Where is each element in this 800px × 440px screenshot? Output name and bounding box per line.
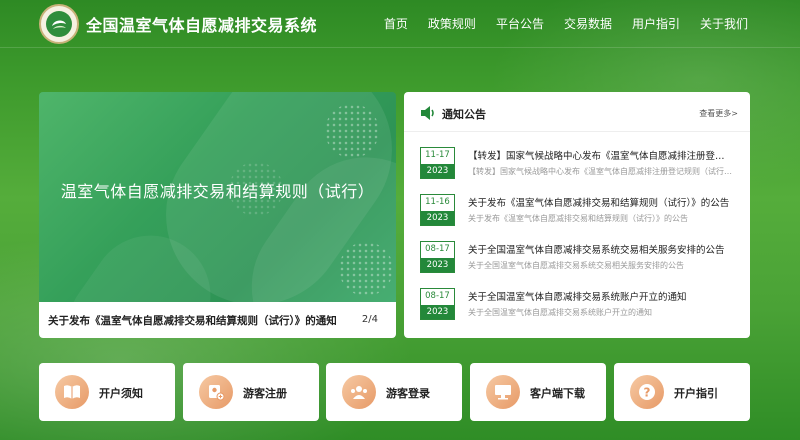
banner-headline: 温室气体自愿减排交易和结算规则（试行） xyxy=(60,182,375,201)
notice-item-summary: 关于全国温室气体自愿减排交易系统账户开立的通知 xyxy=(468,308,652,317)
nav-item-policy[interactable]: 政策规则 xyxy=(428,15,476,32)
date-year: 2023 xyxy=(421,258,454,272)
list-item[interactable]: 11-16 2023 关于发布《温室气体自愿减排交易和结算规则（试行）》的公告 … xyxy=(404,191,750,238)
list-item[interactable]: 08-17 2023 关于全国温室气体自愿减排交易系统账户开立的通知 关于全国温… xyxy=(404,285,750,332)
notice-item-title[interactable]: 【转发】国家气候战略中心发布《温室气体自愿减排注册登记规则（试行）》 xyxy=(468,148,734,162)
question-icon: ? xyxy=(630,375,664,409)
notice-panel: 通知公告 查看更多> 11-17 2023 【转发】国家气候战略中心发布《温室气… xyxy=(404,92,750,338)
banner-pager: 2/4 xyxy=(361,314,378,325)
date-month-day: 08-17 xyxy=(425,291,450,301)
nav-item-about[interactable]: 关于我们 xyxy=(700,15,748,32)
speaker-icon xyxy=(420,105,436,124)
notice-more-link[interactable]: 查看更多> xyxy=(699,108,738,119)
user-add-icon xyxy=(199,375,233,409)
list-item[interactable]: 08-17 2023 关于全国温室气体自愿减排交易系统交易相关服务安排的公告 关… xyxy=(404,238,750,285)
notice-item-summary: 关于全国温室气体自愿减排交易系统交易相关服务安排的公告 xyxy=(468,261,684,270)
list-item[interactable]: 11-17 2023 【转发】国家气候战略中心发布《温室气体自愿减排注册登记规则… xyxy=(404,144,750,191)
book-icon xyxy=(55,375,89,409)
nav-item-home[interactable]: 首页 xyxy=(384,15,408,32)
site-header: 全国温室气体自愿减排交易系统 首页 政策规则 平台公告 交易数据 用户指引 关于… xyxy=(0,0,800,48)
site-title: 全国温室气体自愿减排交易系统 xyxy=(86,16,318,35)
header-divider xyxy=(0,47,800,48)
quick-link-account-guide[interactable]: ? 开户指引 xyxy=(614,363,750,421)
date-year: 2023 xyxy=(421,305,454,319)
date-badge: 11-17 2023 xyxy=(420,147,455,179)
date-month-day: 08-17 xyxy=(425,244,450,254)
banner-image: 温室气体自愿减排交易和结算规则（试行） xyxy=(39,92,396,302)
nav-item-user-guide[interactable]: 用户指引 xyxy=(632,15,680,32)
quick-link-label: 游客登录 xyxy=(386,387,430,400)
notice-header: 通知公告 查看更多> xyxy=(404,92,750,132)
date-month-day: 11-16 xyxy=(425,197,450,207)
site-logo[interactable] xyxy=(39,4,79,44)
date-year: 2023 xyxy=(421,211,454,225)
notice-item-title[interactable]: 关于全国温室气体自愿减排交易系统交易相关服务安排的公告 xyxy=(468,242,734,256)
banner-carousel[interactable]: 温室气体自愿减排交易和结算规则（试行） 关于发布《温室气体自愿减排交易和结算规则… xyxy=(39,92,396,338)
nav-item-announcements[interactable]: 平台公告 xyxy=(496,15,544,32)
notice-item-summary: 【转发】国家气候战略中心发布《温室气体自愿减排注册登记规则（试行）》 xyxy=(468,167,734,176)
date-badge: 08-17 2023 xyxy=(420,241,455,273)
date-badge: 11-16 2023 xyxy=(420,194,455,226)
quick-link-account-notice[interactable]: 开户须知 xyxy=(39,363,175,421)
notice-item-title[interactable]: 关于全国温室气体自愿减排交易系统账户开立的通知 xyxy=(468,289,734,303)
monitor-icon xyxy=(486,375,520,409)
quick-link-guest-register[interactable]: 游客注册 xyxy=(183,363,319,421)
nav-item-trade-data[interactable]: 交易数据 xyxy=(564,15,612,32)
date-badge: 08-17 2023 xyxy=(420,288,455,320)
main-nav: 首页 政策规则 平台公告 交易数据 用户指引 关于我们 xyxy=(384,15,748,32)
banner-caption-bar: 关于发布《温室气体自愿减排交易和结算规则（试行）》的通知 2/4 xyxy=(39,302,396,338)
notice-item-summary: 关于发布《温室气体自愿减排交易和结算规则（试行）》的公告 xyxy=(468,214,688,223)
quick-link-label: 开户指引 xyxy=(674,387,718,400)
quick-link-label: 开户须知 xyxy=(99,387,143,400)
users-icon xyxy=(342,375,376,409)
notice-title: 通知公告 xyxy=(442,108,486,121)
svg-text:?: ? xyxy=(644,386,651,400)
quick-links: 开户须知 游客注册 游客登录 客户端下载 ? 开户指引 xyxy=(39,363,750,421)
quick-link-label: 客户端下载 xyxy=(530,387,585,400)
notice-item-title[interactable]: 关于发布《温室气体自愿减排交易和结算规则（试行）》的公告 xyxy=(468,195,734,209)
date-year: 2023 xyxy=(421,164,454,178)
quick-link-guest-login[interactable]: 游客登录 xyxy=(326,363,462,421)
notice-list: 11-17 2023 【转发】国家气候战略中心发布《温室气体自愿减排注册登记规则… xyxy=(404,144,750,332)
date-month-day: 11-17 xyxy=(425,150,450,160)
quick-link-label: 游客注册 xyxy=(243,387,287,400)
quick-link-client-download[interactable]: 客户端下载 xyxy=(470,363,606,421)
banner-caption-link[interactable]: 关于发布《温室气体自愿减排交易和结算规则（试行）》的通知 xyxy=(48,313,348,328)
